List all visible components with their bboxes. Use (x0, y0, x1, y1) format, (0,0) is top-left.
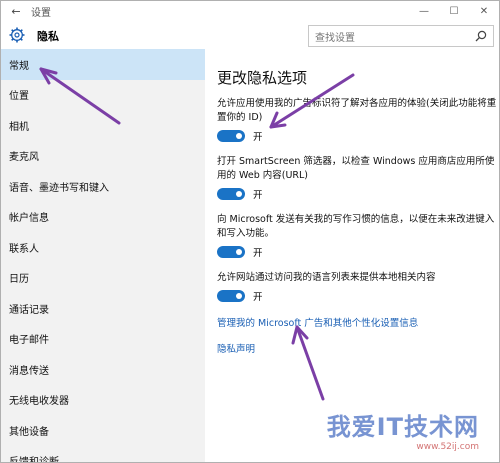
privacy-statement-link[interactable]: 隐私声明 (217, 341, 499, 355)
sidebar-item-microphone[interactable]: 麦克风 (1, 141, 205, 172)
toggle-state-label: 开 (253, 248, 263, 259)
sidebar-item-label: 帐户信息 (9, 213, 49, 225)
toggle-state-label: 开 (253, 132, 263, 143)
sidebar-item-label: 其他设备 (9, 426, 49, 438)
manage-ads-link[interactable]: 管理我的 Microsoft 广告和其他个性化设置信息 (217, 315, 499, 329)
setting-description-language-list: 允许网站通过访问我的语言列表来提供本地相关内容 (217, 272, 436, 283)
sidebar-item-label: 相机 (9, 121, 29, 133)
app-title: 设置 (31, 7, 51, 19)
sidebar-item-messaging[interactable]: 消息传送 (1, 354, 205, 385)
sidebar-item-feedback-diagnostics[interactable]: 反馈和诊断 (1, 446, 205, 463)
section-title: 隐私 (37, 30, 59, 43)
setting-description-smartscreen: 打开 SmartScreen 筛选器，以检查 Windows 应用商店应用所使用… (217, 156, 495, 181)
toggle-switch-writing-info[interactable] (217, 246, 245, 258)
main-content: 更改隐私选项 允许应用使用我的广告标识符了解对各应用的体验(关闭此功能将重置你的… (217, 49, 499, 355)
sidebar-item-other-devices[interactable]: 其他设备 (1, 415, 205, 446)
sidebar-item-calendar[interactable]: 日历 (1, 263, 205, 294)
minimize-button[interactable]: — (409, 1, 439, 21)
toggle-knob (236, 249, 242, 255)
sidebar-item-radios[interactable]: 无线电收发器 (1, 385, 205, 416)
sidebar-item-label: 联系人 (9, 243, 39, 255)
sidebar-item-label: 位置 (9, 91, 29, 103)
toggle-switch-ad-id[interactable] (217, 130, 245, 142)
toggle-knob (236, 191, 242, 197)
setting-row-writing-info: 开 (217, 245, 499, 259)
toggle-switch-smartscreen[interactable] (217, 188, 245, 200)
sidebar-item-email[interactable]: 电子邮件 (1, 324, 205, 355)
window-controls: — ☐ ✕ (409, 1, 499, 21)
toggle-switch-language-list[interactable] (217, 290, 245, 302)
toggle-state-label: 开 (253, 190, 263, 201)
sidebar-item-contacts[interactable]: 联系人 (1, 232, 205, 263)
sidebar-item-label: 消息传送 (9, 365, 49, 377)
page-header: 隐私 (1, 21, 499, 49)
back-button[interactable]: ← (1, 1, 31, 21)
sidebar-item-call-history[interactable]: 通话记录 (1, 293, 205, 324)
page-title: 更改隐私选项 (217, 69, 308, 87)
watermark-url: www.52ij.com (416, 442, 479, 452)
sidebar-item-camera[interactable]: 相机 (1, 110, 205, 141)
sidebar-item-label: 通话记录 (9, 304, 49, 316)
sidebar-item-label: 电子邮件 (9, 335, 49, 347)
setting-row-ad-id: 开 (217, 129, 499, 143)
sidebar-item-speech-inking[interactable]: 语音、墨迹书写和键入 (1, 171, 205, 202)
watermark-text: 我爱IT技术网 (326, 413, 479, 441)
setting-description-ad-id: 允许应用使用我的广告标识符了解对各应用的体验(关闭此功能将重置你的 ID) (217, 98, 497, 123)
setting-row-smartscreen: 开 (217, 187, 499, 201)
maximize-button[interactable]: ☐ (439, 1, 469, 21)
toggle-knob (236, 293, 242, 299)
sidebar-item-label: 反馈和诊断 (9, 457, 59, 463)
sidebar-item-label: 语音、墨迹书写和键入 (9, 182, 109, 194)
search-icon[interactable] (475, 30, 487, 42)
settings-window: ← 设置 — ☐ ✕ 隐私 常规 位置 (0, 0, 500, 463)
title-bar: ← 设置 — ☐ ✕ (1, 1, 499, 21)
setting-description-writing-info: 向 Microsoft 发送有关我的写作习惯的信息，以便在未来改进键入和写入功能… (217, 214, 495, 239)
toggle-state-label: 开 (253, 292, 263, 303)
sidebar-item-label: 麦克风 (9, 152, 39, 164)
close-button[interactable]: ✕ (469, 1, 499, 21)
sidebar-item-label: 常规 (9, 60, 29, 72)
sidebar-item-account-info[interactable]: 帐户信息 (1, 202, 205, 233)
watermark: 我爱IT技术网 www.52ij.com (293, 413, 493, 456)
sidebar-item-general[interactable]: 常规 (1, 49, 205, 80)
search-box[interactable] (308, 25, 494, 49)
sidebar-item-label: 日历 (9, 274, 29, 286)
sidebar-item-label: 无线电收发器 (9, 396, 69, 408)
toggle-knob (236, 133, 242, 139)
gear-icon (9, 27, 25, 43)
sidebar: 常规 位置 相机 麦克风 语音、墨迹书写和键入 帐户信息 联系人 日历 通话记录… (1, 49, 205, 463)
sidebar-item-location[interactable]: 位置 (1, 80, 205, 111)
setting-row-language-list: 开 (217, 289, 499, 303)
search-input[interactable] (309, 28, 469, 49)
